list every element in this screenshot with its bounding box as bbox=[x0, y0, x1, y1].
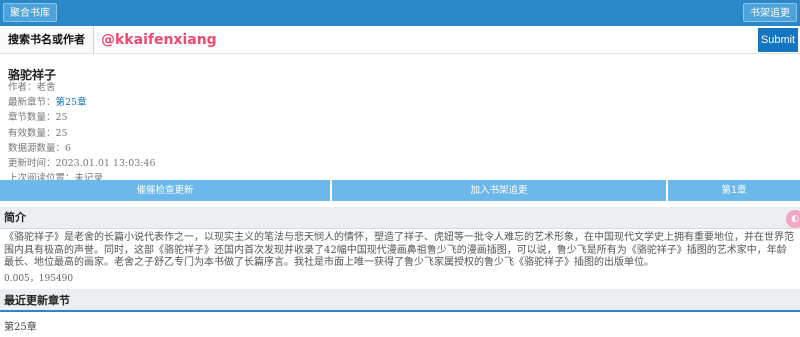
book-info: 作者：老舍 最新章节：第25章 章节数量：25 有效数量：25 数据源数量：6 … bbox=[8, 80, 156, 186]
search-input[interactable] bbox=[95, 27, 755, 53]
update-time-value: 2023.01.01 13:03:46 bbox=[55, 158, 156, 170]
chapter-count-row: 章节数量：25 bbox=[8, 110, 156, 125]
library-button[interactable]: 聚合书库 bbox=[3, 3, 57, 22]
add-to-shelf-button[interactable]: 加入书架追更 bbox=[332, 180, 666, 201]
action-bar: 催催检查更新 加入书架追更 第1章 bbox=[0, 180, 800, 202]
update-time-row: 更新时间：2023.01.01 13:03:46 bbox=[8, 156, 156, 171]
author-label: 作者： bbox=[8, 82, 37, 93]
bookshelf-button[interactable]: 书架追更 bbox=[743, 3, 797, 22]
check-update-button[interactable]: 催催检查更新 bbox=[0, 180, 330, 201]
chapter-count-label: 章节数量： bbox=[8, 112, 56, 124]
chapter-count-value: 25 bbox=[55, 112, 68, 124]
latest-chapter-label: 最新章节： bbox=[8, 97, 56, 109]
search-bar: 搜索书名或作者 Submit bbox=[0, 27, 800, 54]
first-chapter-button[interactable]: 第1章 bbox=[668, 180, 800, 201]
intro-text: 《骆驼祥子》是老舍的长篇小说代表作之一，以现实主义的笔法与悲天悯人的情怀，塑造了… bbox=[4, 232, 794, 268]
latest-chapters-heading: 最近更新章节 bbox=[0, 289, 800, 312]
source-count-row: 数据源数量：6 bbox=[8, 141, 156, 156]
submit-button[interactable]: Submit bbox=[758, 28, 798, 52]
latest-chapter-item[interactable]: 第25章 bbox=[4, 318, 37, 333]
valid-count-value: 25 bbox=[55, 127, 68, 139]
latest-chapter-row: 最新章节：第25章 bbox=[8, 95, 156, 110]
search-label: 搜索书名或作者 bbox=[0, 27, 94, 53]
top-bar: 聚合书库 书架追更 bbox=[0, 0, 800, 26]
author-value: 老舍 bbox=[36, 82, 56, 93]
valid-count-row: 有效数量：25 bbox=[8, 126, 156, 141]
source-count-value: 6 bbox=[65, 142, 72, 154]
update-time-label: 更新时间： bbox=[8, 158, 56, 170]
bookmark-icon[interactable]: ◐ bbox=[786, 210, 800, 228]
intro-stats: 0.005，195490 bbox=[4, 274, 74, 284]
author-row: 作者：老舍 bbox=[8, 80, 156, 95]
source-count-label: 数据源数量： bbox=[8, 142, 66, 154]
latest-chapter-link[interactable]: 第25章 bbox=[56, 97, 87, 108]
valid-count-label: 有效数量： bbox=[8, 127, 56, 139]
intro-heading: 简介 bbox=[0, 207, 800, 229]
